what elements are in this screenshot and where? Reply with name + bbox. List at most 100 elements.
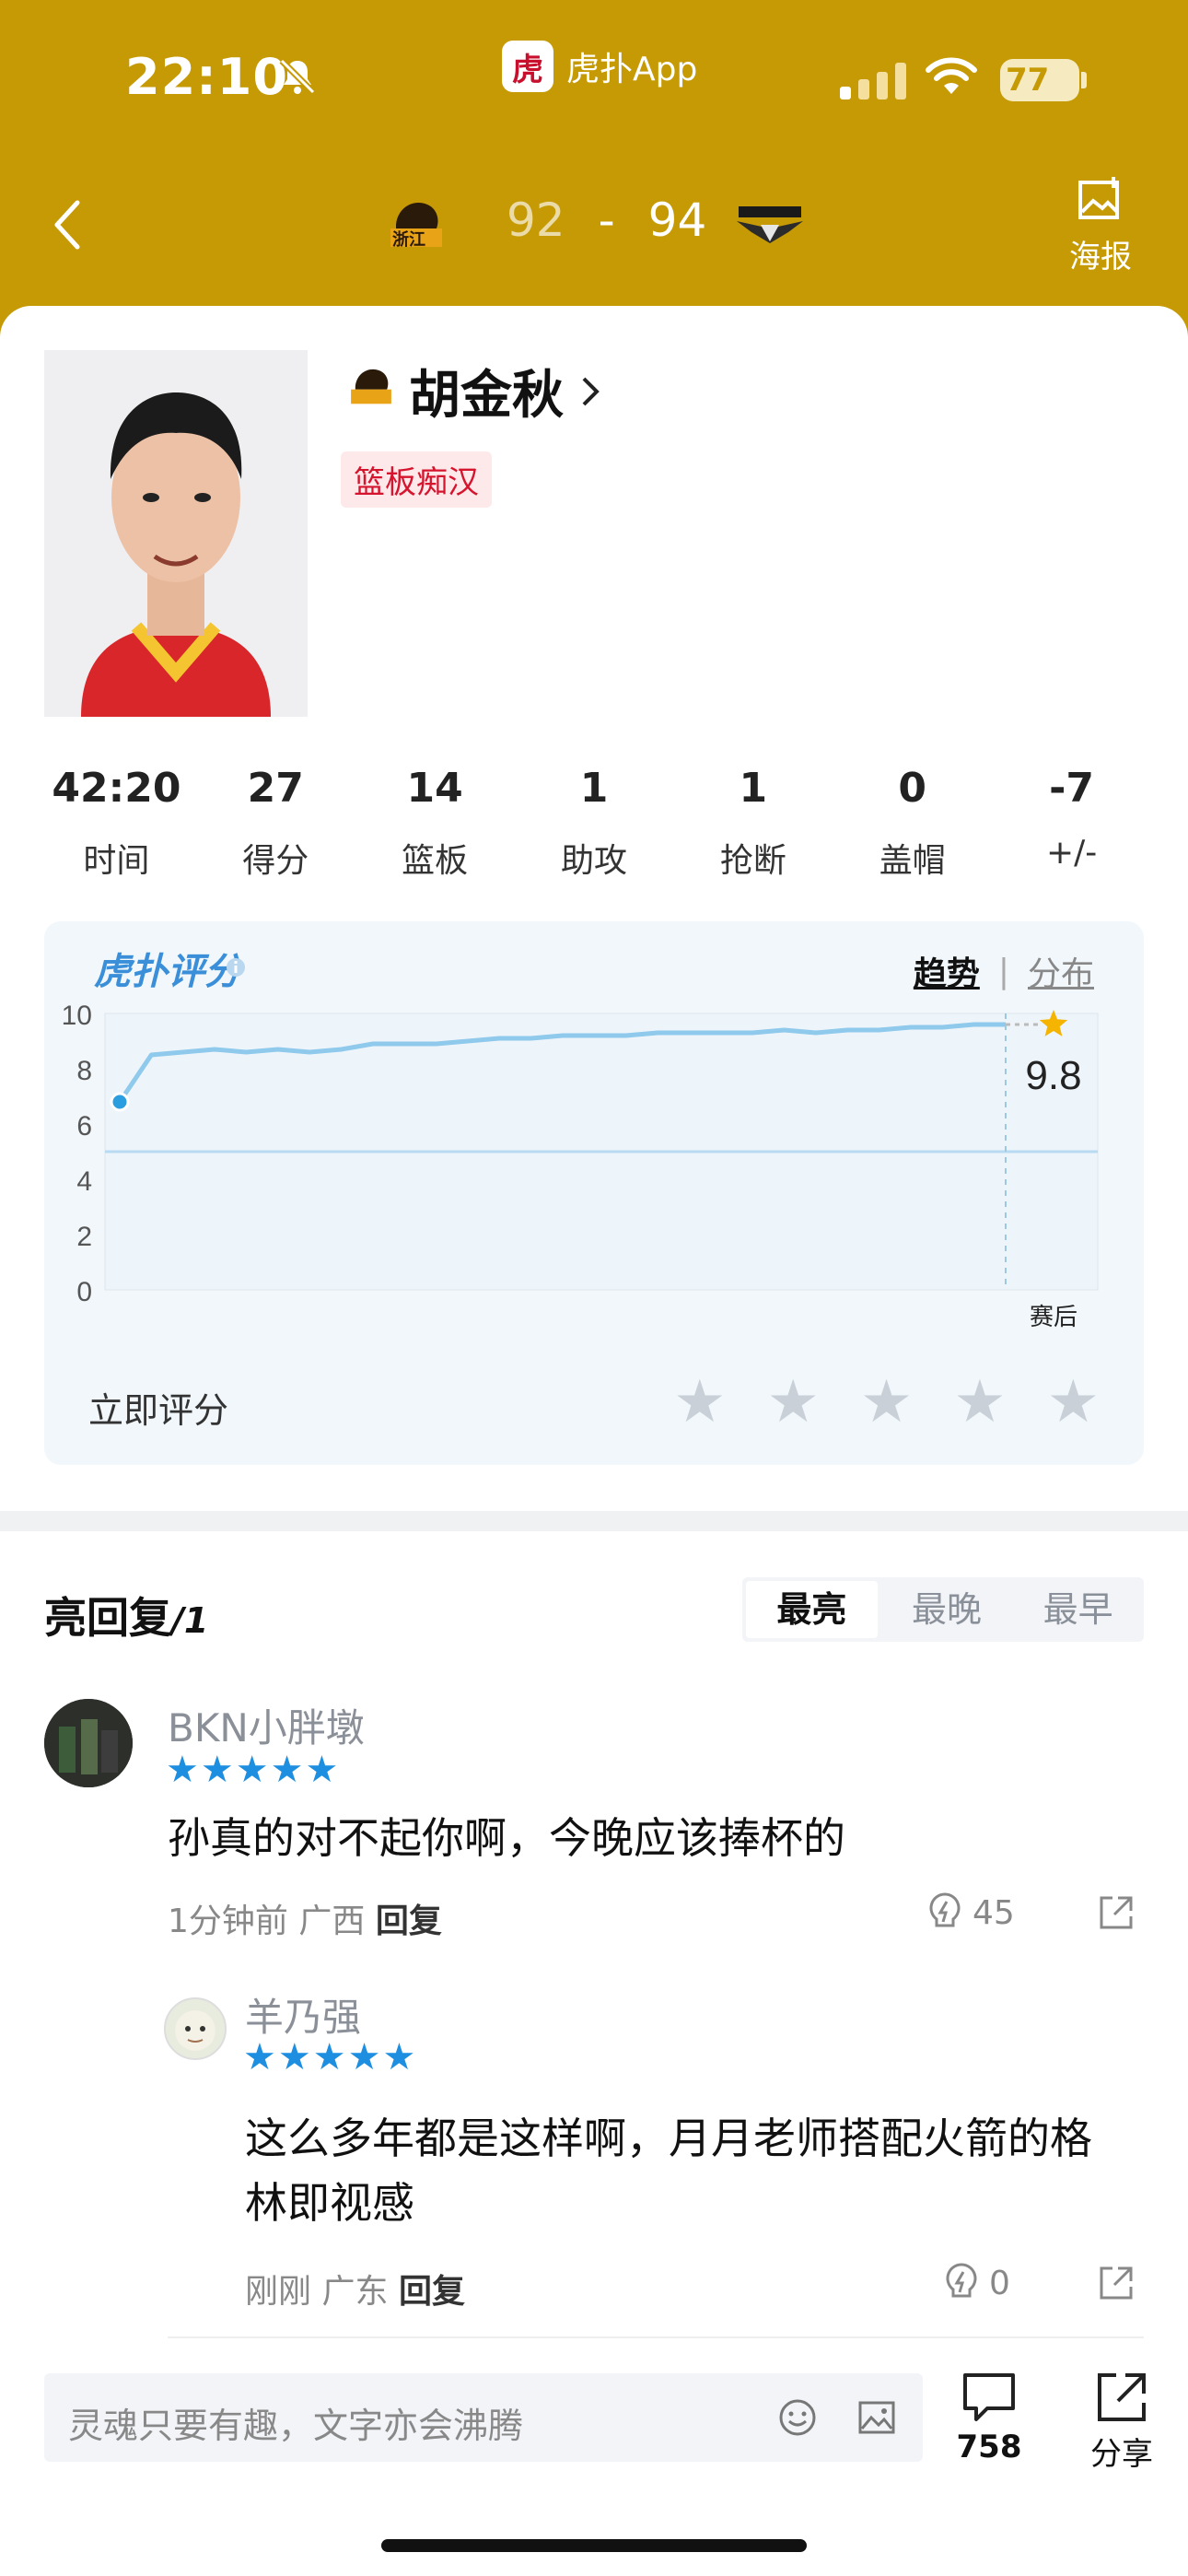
image-poster-icon bbox=[1078, 177, 1119, 219]
game-score: 92 - 94 bbox=[507, 193, 706, 247]
sheep-avatar-image bbox=[175, 2010, 215, 2051]
reply-username[interactable]: BKN小胖墩 bbox=[168, 1697, 365, 1753]
rate-star-icon[interactable]: ★ bbox=[767, 1373, 820, 1432]
poster-button[interactable]: 海报 bbox=[1068, 175, 1133, 276]
reply-button[interactable]: 回复 bbox=[376, 1903, 442, 1940]
away-score: 94 bbox=[647, 193, 707, 247]
app-name: 虎 虎扑App bbox=[502, 41, 697, 92]
x-end-label: 赛后 bbox=[1030, 1304, 1077, 1331]
stat-item: 1 抢断 bbox=[673, 765, 833, 882]
stat-value: -7 bbox=[1049, 765, 1095, 812]
stat-value: 14 bbox=[406, 765, 463, 812]
chevron-right-icon bbox=[582, 377, 600, 405]
y-tick-label: 4 bbox=[76, 1166, 92, 1197]
reply-region: 广东 bbox=[321, 2273, 389, 2311]
info-icon[interactable] bbox=[225, 956, 247, 978]
player-team-logo bbox=[348, 361, 394, 407]
user-avatar-image bbox=[44, 1699, 133, 1787]
reply-meta: 1分钟前 广西 回复 bbox=[168, 1894, 442, 1942]
reply-rating-stars: ★★★★★ bbox=[243, 2036, 418, 2078]
stat-label: 得分 bbox=[242, 842, 309, 880]
rate-star-icon[interactable]: ★ bbox=[1047, 1373, 1100, 1432]
share-icon bbox=[1098, 2373, 1146, 2421]
rating-panel: 虎扑评分 趋势 | 分布 10 8 6 4 2 0 9.8 赛后 立即评分 ★ ★ ★ ★ ★ bbox=[44, 921, 1144, 1465]
reply-text[interactable]: 孙真的对不起你啊，今晚应该捧杯的 bbox=[168, 1806, 1125, 1870]
tiger-logo-icon bbox=[351, 369, 391, 404]
stat-label: +/- bbox=[1045, 834, 1098, 872]
stat-value: 0 bbox=[898, 765, 927, 812]
stat-value: 42:20 bbox=[52, 765, 181, 812]
reply-region: 广西 bbox=[298, 1903, 366, 1940]
home-team-logo[interactable]: 浙江 bbox=[387, 193, 446, 252]
rate-star-icon[interactable]: ★ bbox=[860, 1373, 913, 1432]
avatar[interactable] bbox=[164, 1997, 227, 2060]
stat-item: 42:20 时间 bbox=[37, 765, 196, 882]
stat-label: 篮板 bbox=[402, 842, 469, 880]
image-icon[interactable] bbox=[856, 2397, 897, 2438]
cell-signal-icon bbox=[840, 61, 906, 100]
back-arrow-icon[interactable] bbox=[50, 197, 83, 252]
reply-meta: 刚刚 广东 回复 bbox=[245, 2265, 465, 2313]
reply-text[interactable]: 这么多年都是这样啊，月月老师搭配火箭的格林即视感 bbox=[245, 2106, 1129, 2235]
replies-count: /1 bbox=[171, 1600, 209, 1641]
section-divider bbox=[0, 1511, 1188, 1531]
reply-username[interactable]: 羊乃强 bbox=[245, 1986, 361, 2043]
y-tick-label: 0 bbox=[76, 1277, 92, 1307]
share-icon[interactable] bbox=[1098, 1894, 1135, 1931]
reply-time: 1分钟前 bbox=[168, 1903, 288, 1940]
share-button[interactable]: 分享 bbox=[1085, 2370, 1159, 2474]
player-name: 胡金秋 bbox=[409, 366, 564, 426]
reply-button[interactable]: 回复 bbox=[399, 2273, 465, 2311]
rate-star-icon[interactable]: ★ bbox=[673, 1373, 726, 1432]
y-tick-label: 2 bbox=[76, 1222, 92, 1252]
final-score-label: 9.8 bbox=[1025, 1053, 1081, 1098]
app-logo-icon: 虎 bbox=[502, 41, 553, 92]
rate-now-label: 立即评分 bbox=[88, 1390, 229, 1431]
comment-bubble-icon bbox=[963, 2373, 1015, 2421]
sort-tab-hottest[interactable]: 最亮 bbox=[746, 1581, 878, 1638]
y-tick-label: 10 bbox=[62, 1001, 92, 1031]
player-photo[interactable] bbox=[44, 350, 308, 717]
battery-icon: 77 bbox=[1000, 59, 1079, 101]
player-name-link[interactable]: 胡金秋 bbox=[348, 354, 602, 428]
stat-label: 时间 bbox=[83, 842, 150, 880]
status-bar: 22:10 虎 虎扑App 77 bbox=[0, 0, 1188, 166]
lightbulb-icon bbox=[929, 1892, 961, 1927]
home-score: 92 bbox=[507, 193, 565, 247]
reply-time: 刚刚 bbox=[245, 2273, 312, 2311]
avatar[interactable] bbox=[44, 1699, 133, 1787]
away-team-logo-icon[interactable] bbox=[733, 205, 807, 245]
share-icon[interactable] bbox=[1098, 2265, 1135, 2301]
comment-count: 758 bbox=[956, 2429, 1022, 2465]
stat-item: 27 得分 bbox=[196, 765, 355, 882]
light-button[interactable]: 45 bbox=[926, 1891, 1015, 1935]
light-button[interactable]: 0 bbox=[943, 2261, 1010, 2305]
light-count: 45 bbox=[973, 1893, 1015, 1932]
wifi-icon bbox=[926, 57, 977, 94]
comment-placeholder: 灵魂只要有趣，文字亦会沸腾 bbox=[68, 2406, 524, 2446]
emoji-icon[interactable] bbox=[777, 2397, 818, 2438]
stat-item: -7 +/- bbox=[992, 765, 1151, 882]
comment-input[interactable]: 灵魂只要有趣，文字亦会沸腾 bbox=[44, 2373, 923, 2462]
reply-rating-stars: ★★★★★ bbox=[166, 1749, 341, 1791]
lightbulb-icon bbox=[946, 2263, 977, 2298]
stat-value: 27 bbox=[247, 765, 304, 812]
stat-item: 1 助攻 bbox=[515, 765, 674, 882]
rate-star-input[interactable]: ★ ★ ★ ★ ★ bbox=[673, 1373, 1100, 1432]
status-time: 22:10 bbox=[125, 48, 288, 106]
y-tick-label: 6 bbox=[76, 1111, 92, 1142]
player-stats: 42:20 时间 27 得分 14 篮板 1 助攻 1 抢断 0 盖帽 -7 +/- bbox=[37, 765, 1151, 882]
player-tag-badge: 篮板痴汉 bbox=[341, 451, 492, 508]
stat-value: 1 bbox=[579, 765, 609, 812]
replies-heading: 亮回复/1 bbox=[44, 1585, 208, 1645]
app-name-label: 虎扑App bbox=[566, 51, 698, 88]
share-label: 分享 bbox=[1090, 2436, 1153, 2473]
rate-star-icon[interactable]: ★ bbox=[953, 1373, 1006, 1432]
score-dash: - bbox=[598, 193, 615, 247]
comments-button[interactable]: 758 bbox=[954, 2370, 1024, 2465]
y-tick-label: 8 bbox=[76, 1056, 92, 1086]
sort-tab-latest[interactable]: 最晚 bbox=[881, 1577, 1013, 1642]
stat-label: 盖帽 bbox=[879, 842, 946, 880]
silent-bell-icon bbox=[279, 58, 316, 95]
sort-tab-earliest[interactable]: 最早 bbox=[1012, 1577, 1144, 1642]
